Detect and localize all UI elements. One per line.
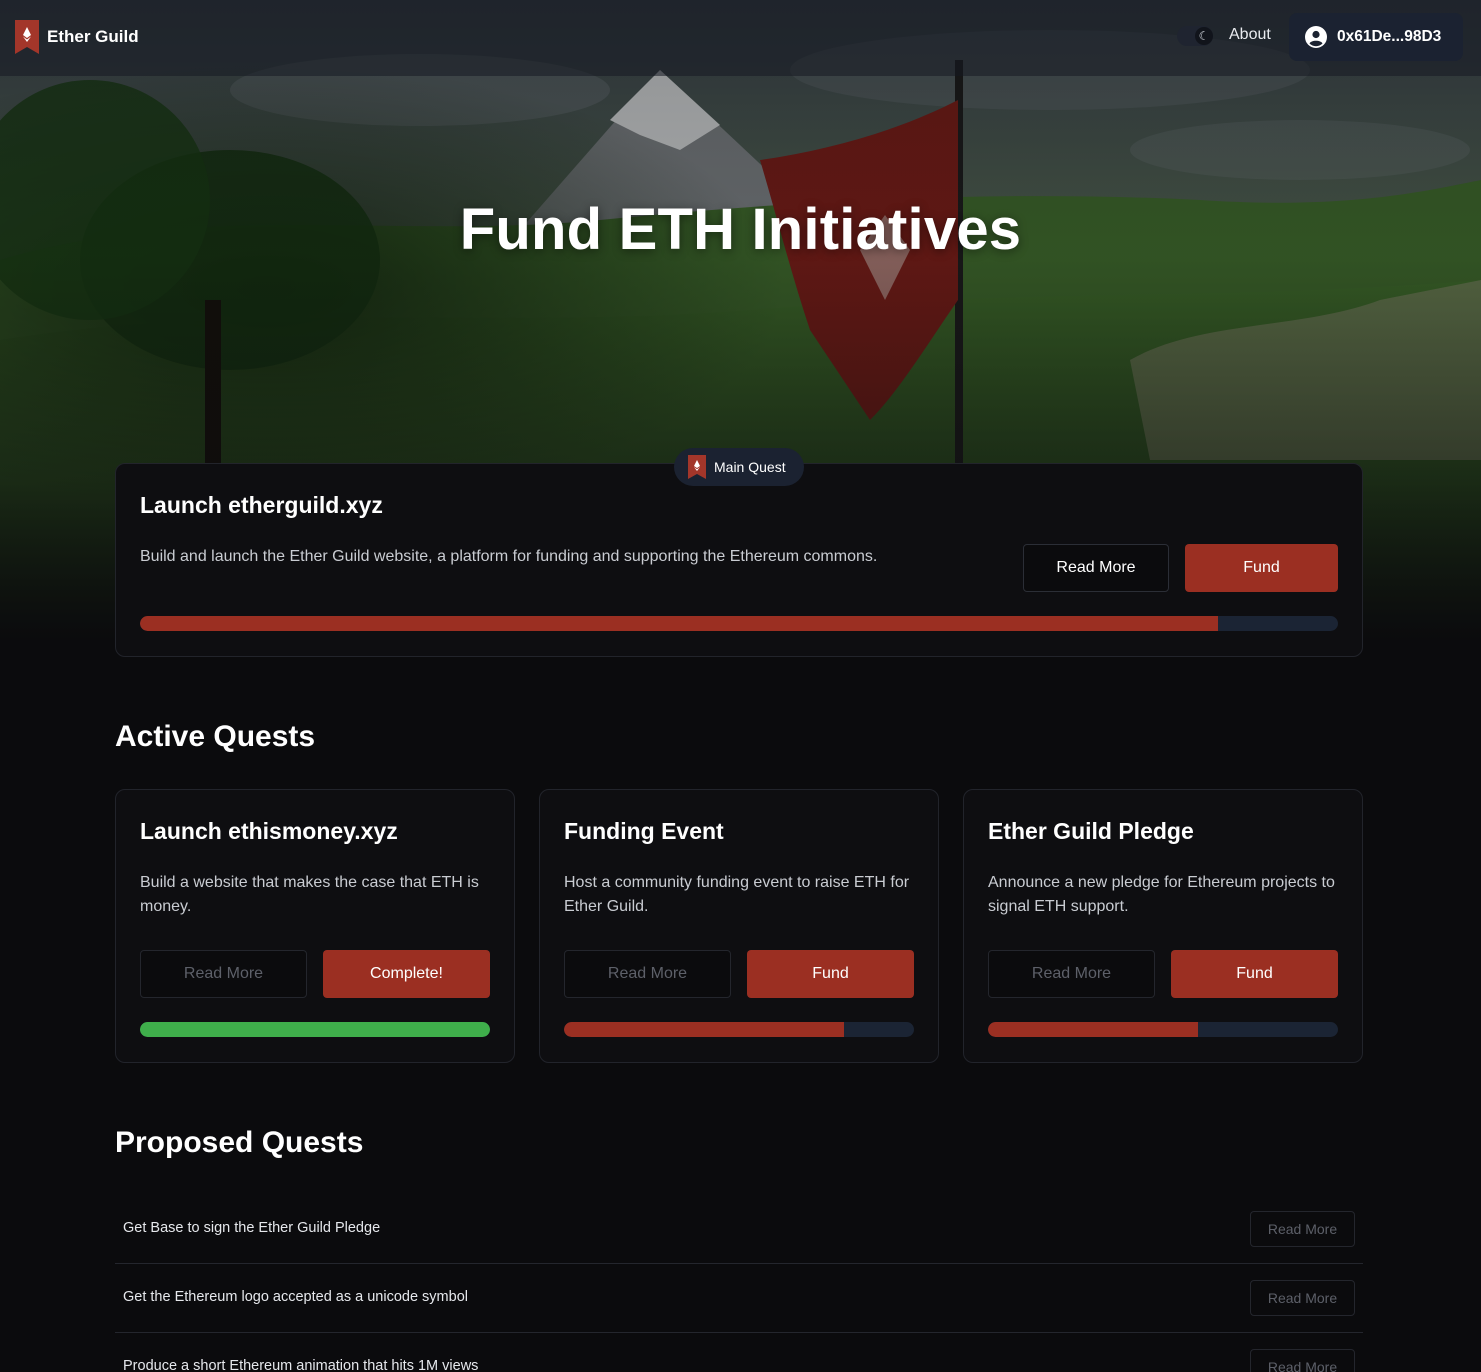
nav-link-about[interactable]: About [1229, 26, 1271, 44]
quest-complete-button[interactable]: Complete! [323, 950, 490, 998]
quest-description: Announce a new pledge for Ethereum proje… [988, 874, 1335, 915]
user-circle-icon [1305, 26, 1327, 48]
moon-icon: ☾ [1195, 27, 1213, 45]
proposed-quest-read-more-button[interactable]: Read More [1250, 1211, 1355, 1247]
quest-fund-button[interactable]: Fund [1171, 950, 1338, 998]
main-quest-read-more-button[interactable]: Read More [1023, 544, 1169, 592]
quest-description: Host a community funding event to raise … [564, 874, 910, 915]
list-item: Get the Ethereum logo accepted as a unic… [115, 1264, 1363, 1333]
brand-name: Ether Guild [47, 27, 139, 46]
main-quest-card: Launch etherguild.xyz Build and launch t… [115, 463, 1363, 657]
brand-logo[interactable]: Ether Guild [15, 20, 139, 54]
proposed-quest-title: Produce a short Ethereum animation that … [123, 1358, 479, 1372]
quest-progress-fill [140, 1022, 490, 1037]
hero-title: Fund ETH Initiatives [459, 197, 1022, 262]
quest-title: Funding Event [564, 818, 724, 844]
quest-progress-bar [564, 1022, 914, 1037]
active-quests-heading: Active Quests [115, 720, 316, 753]
list-item: Get Base to sign the Ether Guild Pledge … [115, 1195, 1363, 1264]
main-quest-progress-fill [140, 616, 1219, 631]
ether-guild-banner-icon [15, 20, 39, 54]
proposed-quest-title: Get Base to sign the Ether Guild Pledge [123, 1220, 381, 1236]
quest-title: Ether Guild Pledge [988, 818, 1194, 844]
theme-toggle[interactable]: ☾ [1177, 26, 1213, 46]
wallet-address: 0x61De...98D3 [1337, 28, 1442, 45]
main-quest-progress-bar [140, 616, 1338, 631]
main-quest-description: Build and launch the Ether Guild website… [140, 548, 878, 565]
quest-card: Ether Guild Pledge Announce a new pledge… [963, 789, 1363, 1063]
ether-guild-banner-icon [688, 455, 706, 479]
main-quest-badge-label: Main Quest [714, 459, 786, 475]
main-quest-badge: Main Quest [674, 448, 804, 486]
quest-description: Build a website that makes the case that… [140, 874, 479, 915]
quest-read-more-button[interactable]: Read More [988, 950, 1155, 998]
quest-fund-button[interactable]: Fund [747, 950, 914, 998]
wallet-button[interactable]: 0x61De...98D3 [1289, 13, 1463, 61]
proposed-quest-read-more-button[interactable]: Read More [1250, 1349, 1355, 1372]
quest-read-more-button[interactable]: Read More [140, 950, 307, 998]
main-quest-title: Launch etherguild.xyz [140, 492, 383, 518]
quest-progress-bar [988, 1022, 1338, 1037]
quest-read-more-button[interactable]: Read More [564, 950, 731, 998]
proposed-quest-read-more-button[interactable]: Read More [1250, 1280, 1355, 1316]
main-quest-fund-button[interactable]: Fund [1185, 544, 1338, 592]
quest-progress-bar [140, 1022, 490, 1037]
quest-card: Funding Event Host a community funding e… [539, 789, 939, 1063]
proposed-quests-heading: Proposed Quests [115, 1126, 364, 1159]
proposed-quest-title: Get the Ethereum logo accepted as a unic… [123, 1289, 468, 1305]
quest-card: Launch ethismoney.xyz Build a website th… [115, 789, 515, 1063]
list-item: Produce a short Ethereum animation that … [115, 1333, 1363, 1372]
quest-progress-fill [564, 1022, 844, 1037]
proposed-quests-list: Get Base to sign the Ether Guild Pledge … [115, 1195, 1363, 1372]
quest-progress-fill [988, 1022, 1198, 1037]
top-navigation: Ether Guild ☾ About 0x61De...98D3 [0, 0, 1481, 76]
quest-title: Launch ethismoney.xyz [140, 818, 398, 844]
